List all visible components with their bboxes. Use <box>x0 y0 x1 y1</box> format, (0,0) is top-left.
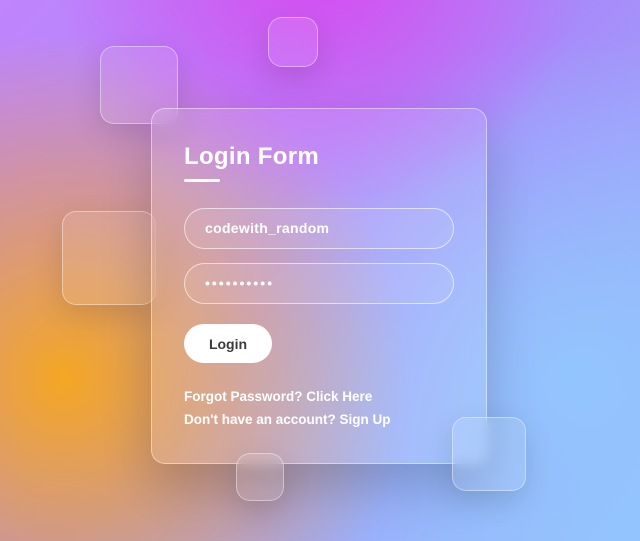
form-title: Login Form <box>184 143 454 171</box>
forgot-password-label: Forgot Password? <box>184 389 306 404</box>
decorative-square <box>452 417 526 491</box>
signup-row: Don't have an account? Sign Up <box>184 412 454 427</box>
password-input[interactable] <box>184 263 454 304</box>
signup-label: Don't have an account? <box>184 412 339 427</box>
decorative-square <box>62 211 156 305</box>
decorative-square <box>268 17 318 67</box>
login-card: Login Form Login Forgot Password? Click … <box>151 108 487 464</box>
username-input[interactable] <box>184 208 454 249</box>
login-button[interactable]: Login <box>184 324 272 363</box>
decorative-square <box>236 453 284 501</box>
forgot-password-link[interactable]: Click Here <box>306 389 372 404</box>
signup-link[interactable]: Sign Up <box>339 412 390 427</box>
forgot-password-row: Forgot Password? Click Here <box>184 389 454 404</box>
title-underline <box>184 179 220 182</box>
